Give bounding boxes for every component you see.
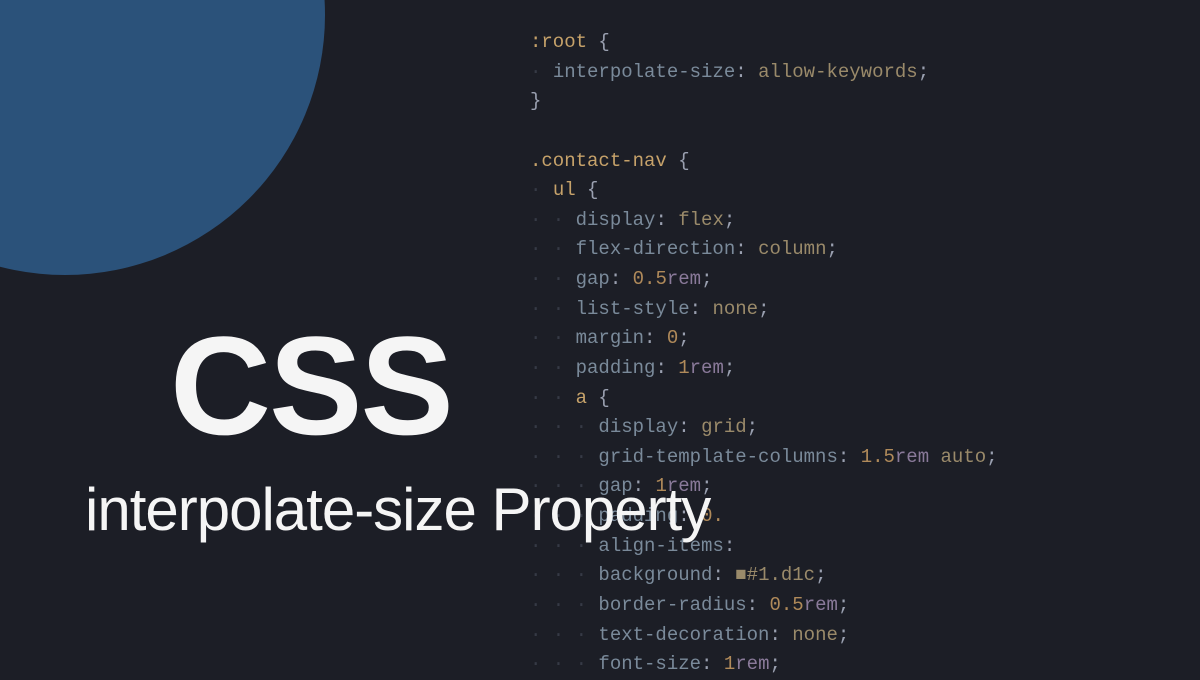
code-snippet: :root { · interpolate-size: allow-keywor… — [530, 28, 998, 680]
title-sub: interpolate-size Property — [85, 475, 710, 544]
title-main: CSS — [170, 305, 452, 467]
decorative-circle — [0, 0, 325, 275]
